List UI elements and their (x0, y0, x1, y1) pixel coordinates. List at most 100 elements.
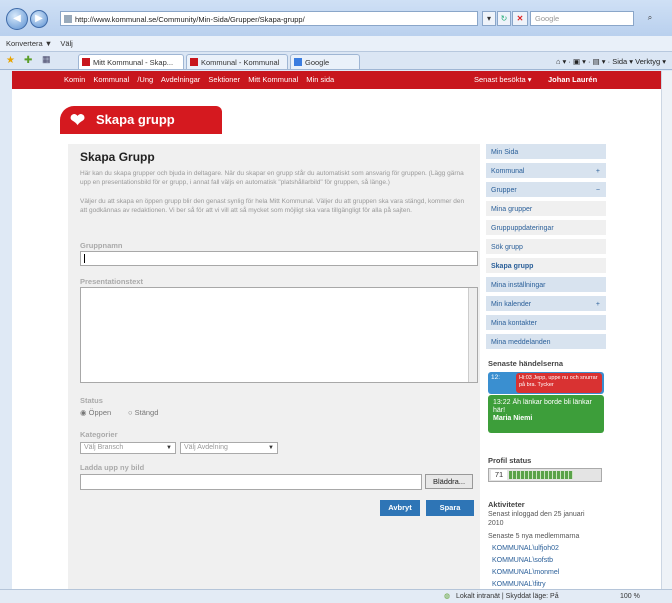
profile-progress: 71 (488, 468, 602, 482)
address-input[interactable]: http://www.kommunal.se/Community/Min-Sid… (60, 11, 478, 26)
search-input[interactable]: Google (530, 11, 634, 26)
sidebar-item-label: Min Sida (491, 149, 519, 156)
event-text: Hi:03 Jepp, uppe nu och snurrar på bra. … (519, 375, 598, 388)
chevron-down-icon: ▼ (268, 445, 274, 451)
event-text: 13:22 Äh länkar borde bli länkar här! (493, 399, 592, 414)
page-scrollbar[interactable] (661, 71, 672, 589)
nav-link-kommunal[interactable]: Kommunal (93, 75, 129, 84)
sidebar-item-mina-meddelanden[interactable]: Mina meddelanden (486, 334, 606, 351)
home-icon[interactable]: ⌂ (556, 57, 561, 66)
branch-select[interactable]: Välj Bransch ▼ (80, 442, 176, 454)
zoom-control[interactable]: 100 % (620, 590, 640, 603)
sidebar-item-skapa-grupp[interactable]: Skapa grupp (486, 258, 606, 275)
save-button[interactable]: Spara (426, 500, 474, 516)
site-nav-bar: Komin Kommunal /Ung Avdelningar Sektione… (12, 71, 661, 89)
tools-label[interactable]: Sida ▾ Verktyg ▾ (612, 57, 666, 66)
status-label: Status (80, 396, 103, 405)
radio-empty-icon: ○ (128, 408, 133, 417)
tab-favicon-icon (294, 58, 302, 66)
globe-icon: ◍ (444, 593, 451, 600)
sidebar-item-label: Skapa grupp (491, 263, 534, 270)
event-time: 12: (491, 374, 501, 381)
tab-mitt-kommunal[interactable]: Mitt Kommunal - Skap... (78, 54, 184, 69)
presentation-textarea[interactable] (80, 287, 478, 383)
sidebar-item-label: Grupper (491, 187, 517, 194)
address-text: http://www.kommunal.se/Community/Min-Sid… (75, 15, 305, 24)
event-author: Maria Niemi (493, 415, 533, 422)
member-link[interactable]: KOMMUNAL\monmel (492, 569, 559, 576)
sidebar-item-label: Kommunal (491, 168, 525, 175)
sidebar-item-sok-grupp[interactable]: Sök grupp (486, 239, 606, 256)
last-login-text: Senast inloggad den 25 januari 2010 (488, 511, 585, 527)
chevron-down-icon: ▼ (166, 445, 172, 451)
sidebar-item-label: Mina grupper (491, 206, 533, 213)
refresh-icon[interactable]: ↻ (497, 11, 511, 26)
cancel-button[interactable]: Avbryt (380, 500, 420, 516)
member-link[interactable]: KOMMUNAL\ulfjoh02 (492, 545, 559, 552)
search-placeholder: Google (535, 14, 560, 23)
sidebar-item-grupper[interactable]: Grupper − (486, 182, 606, 199)
status-open-radio[interactable]: ◉ Öppen (80, 408, 111, 417)
textarea-scrollbar[interactable] (468, 288, 477, 382)
event-bubble-green[interactable]: 13:22 Äh länkar borde bli länkar här! Mar… (488, 395, 604, 433)
tab-google[interactable]: Google (290, 54, 360, 69)
select-button[interactable]: Välj (60, 39, 73, 48)
group-name-input[interactable] (80, 251, 478, 266)
sidebar-item-min-sida[interactable]: Min Sida (486, 144, 606, 161)
address-dropdown-icon[interactable]: ▾ (482, 11, 496, 26)
sidebar-item-min-kalender[interactable]: Min kalender + (486, 296, 606, 313)
radio-selected-icon: ◉ (80, 408, 87, 417)
sidebar-item-label: Mina kontakter (491, 320, 537, 327)
form-title: Skapa Grupp (80, 150, 155, 164)
search-icon[interactable]: ⌕ (640, 11, 660, 26)
member-link[interactable]: KOMMUNAL\fitry (492, 581, 546, 588)
add-favorites-icon[interactable]: ✚ (24, 55, 32, 66)
nav-link-mitt-kommunal[interactable]: Mitt Kommunal (248, 75, 298, 84)
status-closed-radio[interactable]: ○ Stängd (128, 408, 158, 417)
expand-icon[interactable]: + (596, 163, 600, 180)
command-bar[interactable]: ⌂ ▾ · ▣ ▾ · ▤ ▾ · Sida ▾ Verktyg ▾ (556, 54, 666, 69)
status-bar: ◍ Lokalt intranät | Skyddat läge: På 100… (0, 589, 672, 603)
file-path-input[interactable] (80, 474, 422, 490)
create-group-form: Skapa Grupp Här kan du skapa grupper och… (68, 144, 480, 589)
tab-favicon-icon (82, 58, 90, 66)
text-cursor (84, 254, 85, 263)
nav-link-komin[interactable]: Komin (64, 75, 85, 84)
page-body: ❤ Skapa grupp Skapa Grupp Här kan du ska… (12, 89, 661, 589)
sidebar-item-gruppuppdateringar[interactable]: Gruppuppdateringar (486, 220, 606, 237)
sidebar-item-mina-grupper[interactable]: Mina grupper (486, 201, 606, 218)
user-name[interactable]: Johan Laurén (548, 71, 597, 89)
convert-dropdown-icon[interactable]: ▼ (45, 39, 52, 48)
stop-icon[interactable]: ✕ (512, 11, 528, 26)
intro-text: Här kan du skapa grupper och bjuda in de… (80, 170, 464, 186)
group-name-label: Gruppnamn (80, 241, 123, 250)
expand-icon[interactable]: + (596, 296, 600, 313)
event-bubble-red[interactable]: Hi:03 Jepp, uppe nu och snurrar på bra. … (516, 373, 602, 393)
page-header-title: Skapa grupp (96, 112, 175, 127)
back-icon[interactable]: ◀ (6, 8, 28, 30)
sidebar-item-kommunal[interactable]: Kommunal + (486, 163, 606, 180)
latest-visited-menu[interactable]: Senast besökta ▾ (474, 71, 532, 89)
tab-list-icon[interactable]: ▦ (42, 54, 51, 65)
nav-link-ung[interactable]: /Ung (137, 75, 153, 84)
nav-link-avdelningar[interactable]: Avdelningar (161, 75, 200, 84)
forward-icon[interactable]: ▶ (30, 10, 48, 28)
status-closed-label: Stängd (134, 408, 159, 417)
upload-label: Ladda upp ny bild (80, 463, 145, 472)
nav-link-sektioner[interactable]: Sektioner (208, 75, 240, 84)
browse-button[interactable]: Bläddra... (425, 474, 473, 489)
convert-button[interactable]: Konvertera (6, 39, 43, 48)
tab-strip: ★ ✚ ▦ Mitt Kommunal - Skap... Kommunal -… (0, 52, 672, 70)
sidebar-item-mina-kontakter[interactable]: Mina kontakter (486, 315, 606, 332)
tab-label: Kommunal - Kommunal (201, 58, 280, 67)
favorites-star-icon[interactable]: ★ (6, 55, 15, 66)
sidebar-item-label: Mina inställningar (491, 282, 546, 289)
nav-link-min-sida[interactable]: Min sida (306, 75, 334, 84)
sidebar-item-label: Mina meddelanden (491, 339, 551, 346)
tab-kommunal[interactable]: Kommunal - Kommunal (186, 54, 288, 69)
member-link[interactable]: KOMMUNAL\sofstb (492, 557, 553, 564)
sidebar-item-mina-installningar[interactable]: Mina inställningar (486, 277, 606, 294)
collapse-icon[interactable]: − (596, 182, 600, 199)
security-zone-text: Lokalt intranät | Skyddat läge: På (456, 593, 559, 600)
department-select[interactable]: Välj Avdelning ▼ (180, 442, 278, 454)
